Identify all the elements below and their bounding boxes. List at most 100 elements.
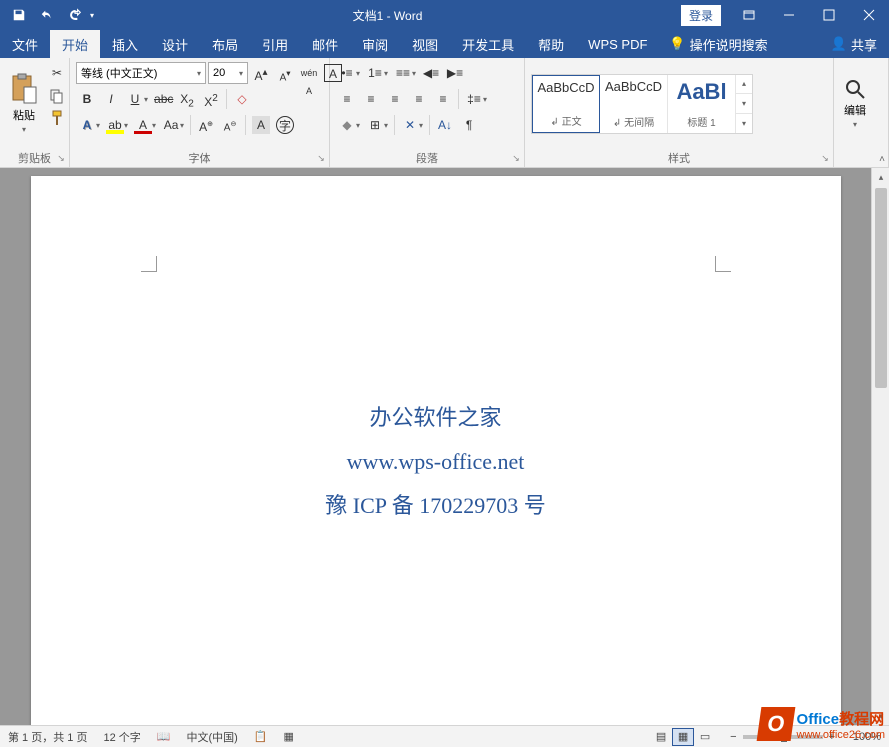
text-effects-button[interactable]: A▾: [76, 114, 102, 136]
group-label-font: 字体: [189, 150, 211, 166]
format-painter-button[interactable]: [46, 108, 68, 128]
document-viewport[interactable]: 办公软件之家 www.wps-office.net 豫 ICP 备 170229…: [0, 168, 871, 725]
tab-wpspdf[interactable]: WPS PDF: [576, 30, 659, 58]
distribute-button[interactable]: ≡: [432, 88, 454, 110]
tell-me-search[interactable]: 💡 操作说明搜索: [659, 30, 777, 58]
bullets-button[interactable]: •≡▾: [336, 62, 362, 84]
tab-view[interactable]: 视图: [400, 30, 450, 58]
font-launcher[interactable]: ↘: [315, 153, 327, 165]
document-text[interactable]: 办公软件之家: [131, 396, 741, 440]
tab-insert[interactable]: 插入: [100, 30, 150, 58]
status-macro-icon[interactable]: ▦: [282, 730, 296, 743]
maximize-button[interactable]: [809, 0, 849, 30]
style-heading1[interactable]: AaBl 标题 1: [668, 75, 736, 133]
minimize-button[interactable]: [769, 0, 809, 30]
tab-file[interactable]: 文件: [0, 30, 50, 58]
group-label-paragraph: 段落: [416, 150, 438, 166]
status-proofing-icon[interactable]: 📖: [155, 730, 173, 743]
line-spacing-button[interactable]: ‡≡▾: [463, 88, 489, 110]
shrink-font2-button[interactable]: A⊖: [219, 114, 241, 136]
tab-design[interactable]: 设计: [150, 30, 200, 58]
clear-format-button[interactable]: ◇: [231, 88, 253, 110]
style-nospacing[interactable]: AaBbCcD ↲ 无间隔: [600, 75, 668, 133]
sort-button[interactable]: A↓: [434, 114, 456, 136]
view-print-button[interactable]: ▦: [672, 728, 694, 746]
copy-button[interactable]: [46, 86, 68, 106]
clipboard-launcher[interactable]: ↘: [55, 153, 67, 165]
justify-button[interactable]: ≡: [408, 88, 430, 110]
tab-developer[interactable]: 开发工具: [450, 30, 526, 58]
collapse-ribbon-button[interactable]: ˄: [879, 154, 885, 165]
style-expand[interactable]: ▾: [736, 114, 752, 133]
group-label-clipboard: 剪贴板: [18, 150, 51, 166]
style-scroll-down[interactable]: ▾: [736, 94, 752, 114]
chevron-down-icon: ▾: [22, 125, 26, 134]
redo-button[interactable]: [62, 2, 88, 28]
align-center-button[interactable]: ≡: [360, 88, 382, 110]
bold-button[interactable]: B: [76, 88, 98, 110]
char-shading-button[interactable]: A: [250, 114, 272, 136]
highlight-button[interactable]: ab▾: [104, 114, 130, 136]
superscript-button[interactable]: X2: [200, 88, 222, 110]
vertical-scrollbar[interactable]: ▴ ▾: [871, 168, 889, 725]
status-words[interactable]: 12 个字: [101, 729, 142, 745]
subscript-button[interactable]: X2: [176, 88, 198, 110]
show-marks-button[interactable]: ¶: [458, 114, 480, 136]
paragraph-launcher[interactable]: ↘: [510, 153, 522, 165]
change-case-button[interactable]: Aa▾: [160, 114, 186, 136]
close-button[interactable]: [849, 0, 889, 30]
increase-indent-button[interactable]: ▶≡: [444, 62, 466, 84]
scroll-up-button[interactable]: ▴: [872, 168, 889, 186]
group-label-styles: 样式: [668, 150, 690, 166]
cut-button[interactable]: ✂: [46, 62, 68, 84]
tab-layout[interactable]: 布局: [200, 30, 250, 58]
tab-help[interactable]: 帮助: [526, 30, 576, 58]
style-scroll-up[interactable]: ▴: [736, 75, 752, 95]
ribbon-display-button[interactable]: [729, 0, 769, 30]
zoom-out-button[interactable]: −: [728, 731, 738, 743]
share-button[interactable]: 👤 共享: [819, 30, 889, 58]
scroll-thumb[interactable]: [875, 188, 887, 388]
tab-review[interactable]: 审阅: [350, 30, 400, 58]
tab-references[interactable]: 引用: [250, 30, 300, 58]
view-web-button[interactable]: ▭: [694, 728, 716, 746]
style-normal[interactable]: AaBbCcD ↲ 正文: [532, 75, 600, 133]
view-read-button[interactable]: ▤: [650, 728, 672, 746]
tab-mailings[interactable]: 邮件: [300, 30, 350, 58]
underline-button[interactable]: U▾: [124, 88, 150, 110]
status-insert-icon[interactable]: 📋: [252, 730, 270, 743]
editing-button[interactable]: 编辑 ▾: [840, 62, 870, 145]
undo-button[interactable]: [34, 2, 60, 28]
italic-button[interactable]: I: [100, 88, 122, 110]
status-language[interactable]: 中文(中国): [184, 729, 239, 745]
document-text[interactable]: www.wps-office.net: [131, 440, 741, 484]
font-color-button[interactable]: A▾: [132, 114, 158, 136]
styles-launcher[interactable]: ↘: [819, 153, 831, 165]
numbering-button[interactable]: 1≡▾: [364, 62, 390, 84]
decrease-indent-button[interactable]: ◀≡: [420, 62, 442, 84]
status-page[interactable]: 第 1 页，共 1 页: [6, 729, 89, 745]
grow-font2-button[interactable]: A⊕: [195, 114, 217, 136]
align-left-button[interactable]: ≡: [336, 88, 358, 110]
borders-button[interactable]: ⊞▾: [364, 114, 390, 136]
multilevel-button[interactable]: ≡≡▾: [392, 62, 418, 84]
document-text[interactable]: 豫 ICP 备 170229703 号: [131, 484, 741, 528]
login-button[interactable]: 登录: [681, 5, 721, 26]
tab-home[interactable]: 开始: [50, 30, 100, 58]
strikethrough-button[interactable]: abc: [152, 88, 174, 110]
grow-font-button[interactable]: A▴: [250, 62, 272, 84]
shading-button[interactable]: ◆▾: [336, 114, 362, 136]
shrink-font-button[interactable]: A▾: [274, 62, 296, 84]
font-name-combo[interactable]: 等线 (中文正文)▾: [76, 62, 206, 84]
save-button[interactable]: [6, 2, 32, 28]
align-right-button[interactable]: ≡: [384, 88, 406, 110]
lightbulb-icon: 💡: [669, 36, 685, 52]
enclose-char-button[interactable]: 字: [274, 114, 296, 136]
paste-button[interactable]: 粘贴 ▾: [6, 62, 42, 145]
phonetic-guide-button[interactable]: wénA: [298, 62, 320, 84]
style-gallery[interactable]: AaBbCcD ↲ 正文 AaBbCcD ↲ 无间隔 AaBl 标题 1 ▴ ▾…: [531, 74, 753, 134]
font-size-combo[interactable]: 20▾: [208, 62, 248, 84]
text-direction-button[interactable]: ✕▾: [399, 114, 425, 136]
page[interactable]: 办公软件之家 www.wps-office.net 豫 ICP 备 170229…: [31, 176, 841, 725]
corner-icon: ↲: [550, 117, 558, 128]
